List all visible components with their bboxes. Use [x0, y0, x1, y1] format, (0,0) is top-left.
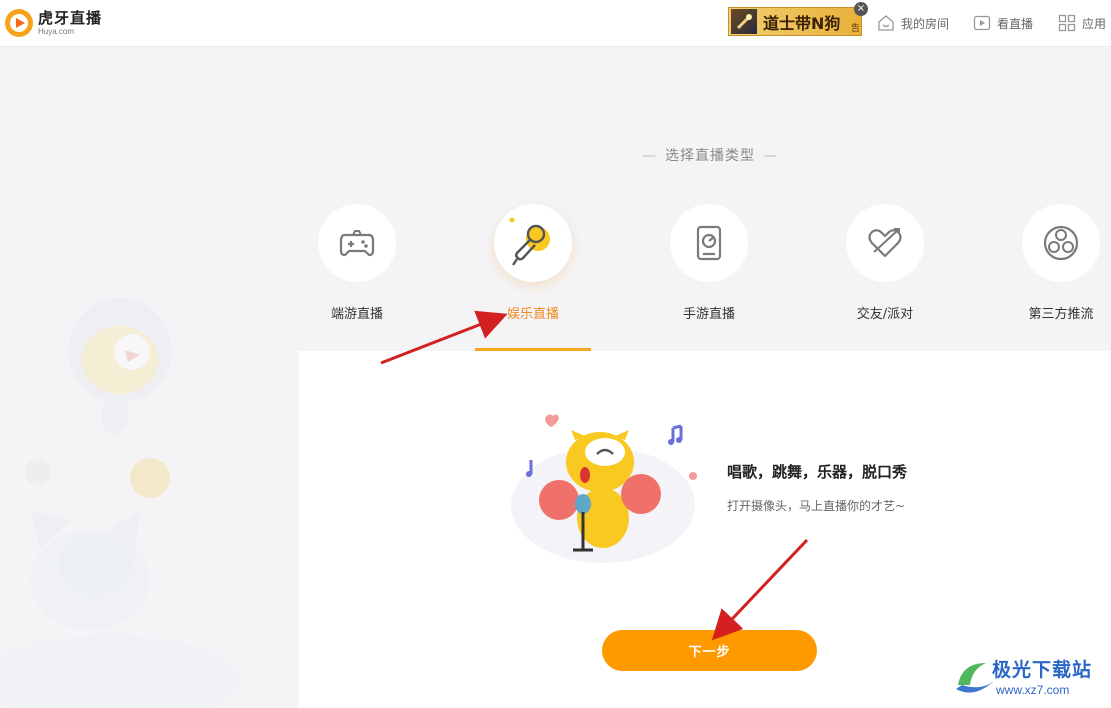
category-party[interactable]: 交友/派对 [820, 204, 950, 324]
heart-arrow-icon [868, 228, 902, 258]
category-label: 手游直播 [682, 307, 735, 322]
next-step-button[interactable]: 下一步 [602, 630, 817, 671]
category-icon-circle [318, 204, 396, 282]
gamepad-icon [339, 230, 375, 257]
logo-subtext: Huya.com [38, 26, 75, 36]
category-icon-circle [494, 204, 572, 282]
category-label: 端游直播 [330, 307, 383, 322]
category-icon-circle [846, 204, 924, 282]
nav-watch-live-label: 看直播 [997, 16, 1034, 31]
site-watermark: 极光下载站 www.xz7.com [952, 653, 1107, 705]
ad-banner[interactable]: 道士带N狗 告 [728, 7, 862, 36]
section-title: — 选择直播类型 — [642, 148, 778, 164]
watermark-url: www.xz7.com [996, 683, 1070, 697]
category-entertainment[interactable]: 娱乐直播 [468, 204, 598, 324]
category-detail-subtitle: 打开摄像头，马上直播你的才艺~ [727, 499, 906, 513]
category-mobile-game[interactable]: 手游直播 [644, 204, 774, 324]
huya-logo[interactable]: 虎牙直播 Huya.com [4, 6, 102, 40]
ad-close-icon[interactable]: × [854, 2, 868, 16]
microphone-icon [509, 217, 550, 266]
nav-apps-label: 应用 [1082, 16, 1107, 31]
top-bar: 虎牙直播 Huya.com 道士带N狗 告 × 我的房间 看直播 应用 [0, 0, 1111, 47]
category-label: 第三方推流 [1028, 307, 1094, 322]
section-title-text: 选择直播类型 [665, 148, 755, 164]
mascot-decoration [0, 298, 240, 708]
category-label: 娱乐直播 [506, 307, 559, 322]
house-icon [878, 15, 894, 31]
nav-my-room[interactable]: 我的房间 [877, 13, 949, 33]
nav-my-room-label: 我的房间 [901, 16, 950, 31]
ad-game-icon [731, 9, 757, 34]
huya-logo-icon [5, 9, 33, 37]
category-pc-game[interactable]: 端游直播 [292, 204, 422, 324]
logo-text: 虎牙直播 [38, 8, 103, 27]
nav-apps[interactable]: 应用 [1058, 13, 1106, 33]
apps-grid-icon [1058, 14, 1076, 32]
category-detail-title: 唱歌，跳舞，乐器，脱口秀 [727, 463, 908, 481]
mascot-singing-illustration [511, 414, 697, 563]
category-icon-circle [1022, 204, 1100, 282]
ad-tag: 告 [850, 24, 860, 34]
watermark-text: 极光下载站 [992, 659, 1093, 681]
category-icon-circle [670, 204, 748, 282]
obs-icon [1043, 225, 1079, 261]
category-third-party-stream[interactable]: 第三方推流 [996, 204, 1111, 324]
play-icon [973, 15, 991, 31]
category-label: 交友/派对 [856, 307, 914, 322]
mobile-game-icon [696, 225, 722, 261]
ad-text: 道士带N狗 [763, 13, 841, 33]
nav-watch-live[interactable]: 看直播 [973, 13, 1033, 33]
